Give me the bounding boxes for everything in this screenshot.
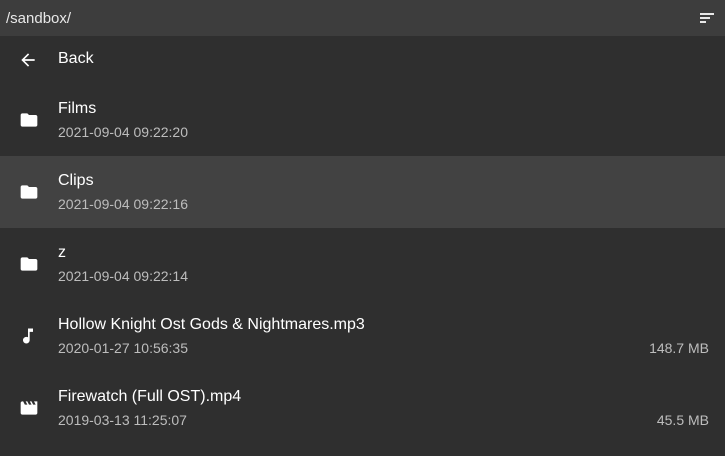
back-button[interactable]: Back xyxy=(0,36,725,84)
item-name: z xyxy=(58,244,66,261)
item-date: 2021-09-04 09:22:16 xyxy=(58,196,188,212)
movie-icon xyxy=(18,398,38,418)
file-browser: /sandbox/ Back Films 2021-09-04 09:22:20… xyxy=(0,0,725,456)
file-list: Back Films 2021-09-04 09:22:20 Clips 202… xyxy=(0,36,725,444)
list-item-audio-file[interactable]: Hollow Knight Ost Gods & Nightmares.mp3 … xyxy=(0,300,725,372)
list-item-video-file[interactable]: Firewatch (Full OST).mp4 2019-03-13 11:2… xyxy=(0,372,725,444)
arrow-left-icon xyxy=(18,50,38,70)
list-item-folder-z[interactable]: z 2021-09-04 09:22:14 xyxy=(0,228,725,300)
folder-icon xyxy=(18,254,38,274)
item-date: 2019-03-13 11:25:07 xyxy=(58,412,187,428)
list-item-folder-clips[interactable]: Clips 2021-09-04 09:22:16 xyxy=(0,156,725,228)
current-path: /sandbox/ xyxy=(6,10,72,27)
folder-icon xyxy=(18,110,38,130)
item-name: Firewatch (Full OST).mp4 xyxy=(58,388,242,405)
folder-icon xyxy=(18,182,38,202)
item-name: Clips xyxy=(58,172,94,189)
item-size: 148.7 MB xyxy=(649,340,709,356)
item-name: Films xyxy=(58,100,97,117)
item-name: Hollow Knight Ost Gods & Nightmares.mp3 xyxy=(58,316,365,333)
item-date: 2020-01-27 10:56:35 xyxy=(58,340,188,356)
item-date: 2021-09-04 09:22:20 xyxy=(58,124,188,140)
top-bar: /sandbox/ xyxy=(0,0,725,36)
item-date: 2021-09-04 09:22:14 xyxy=(58,268,188,284)
music-note-icon xyxy=(18,326,38,346)
item-size: 45.5 MB xyxy=(656,412,709,428)
back-label: Back xyxy=(58,50,94,67)
list-item-folder-films[interactable]: Films 2021-09-04 09:22:20 xyxy=(0,84,725,156)
sort-icon[interactable] xyxy=(699,10,715,26)
